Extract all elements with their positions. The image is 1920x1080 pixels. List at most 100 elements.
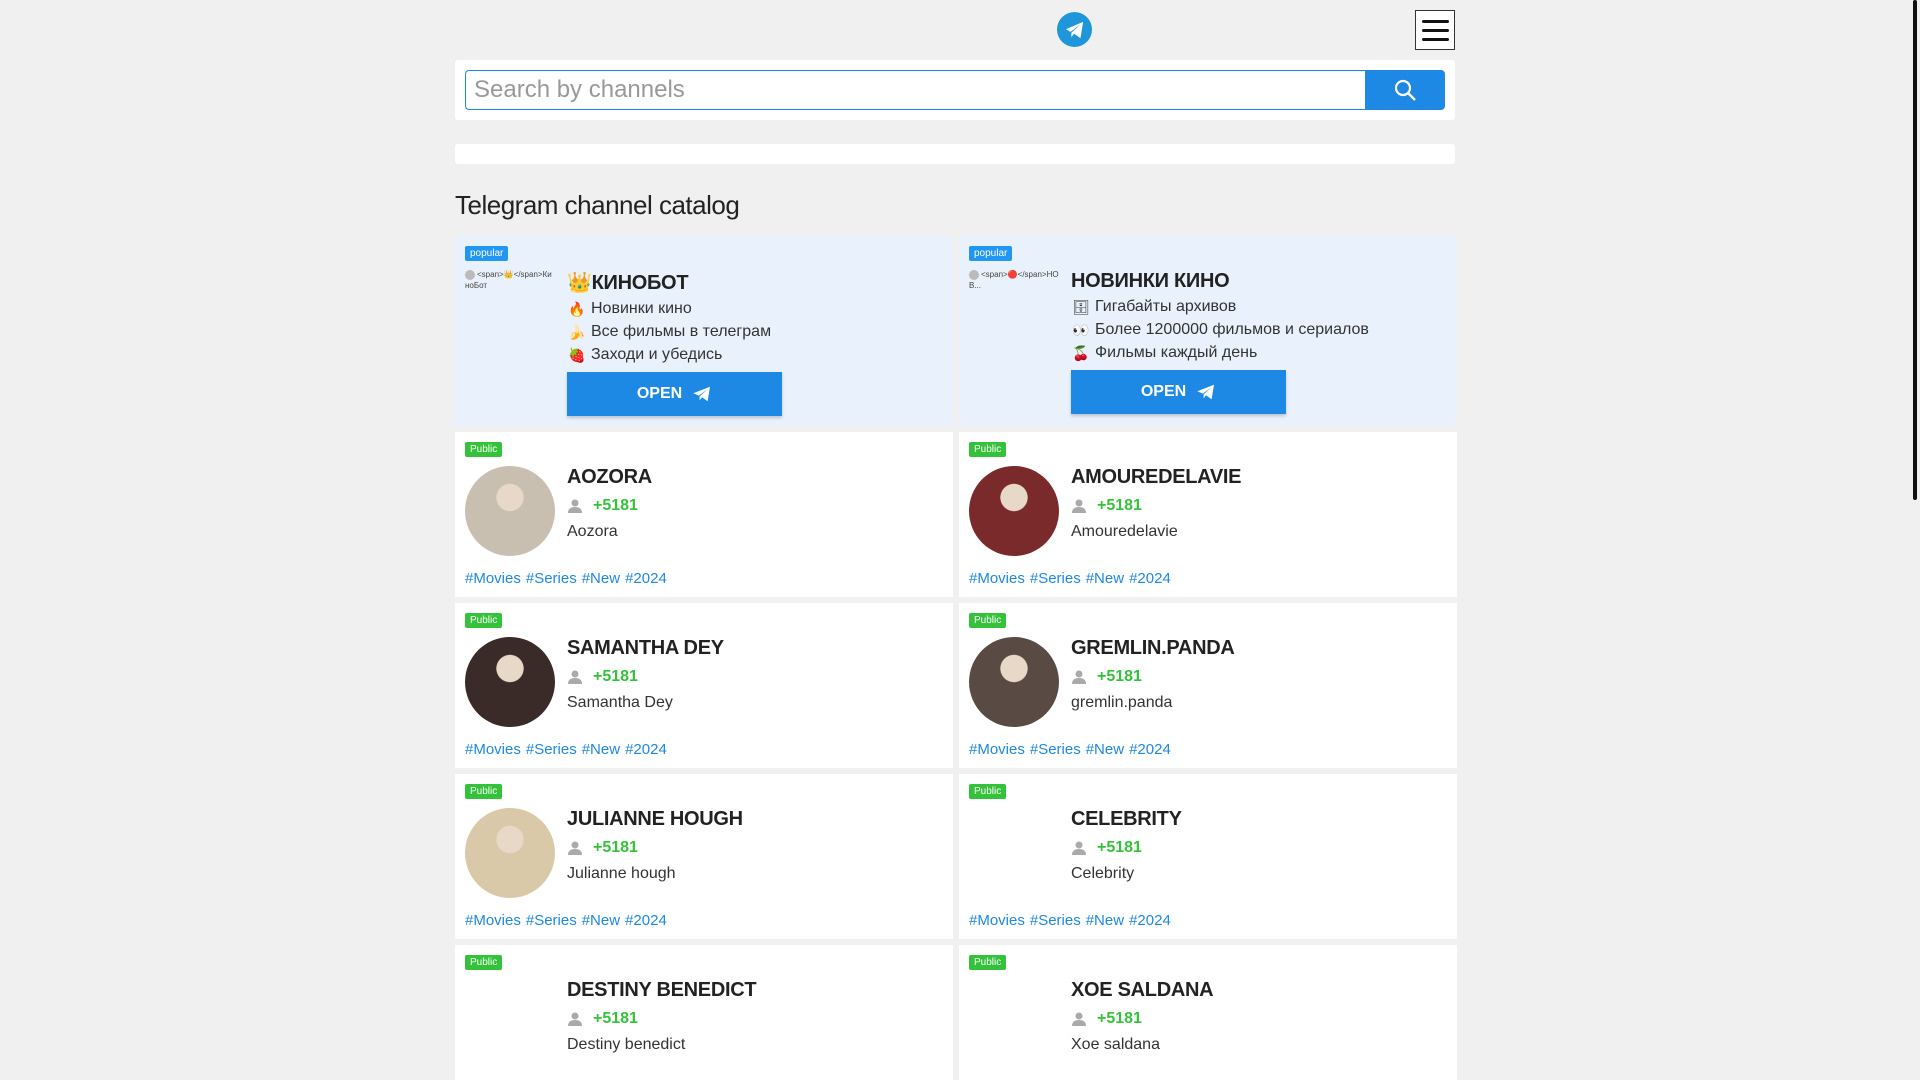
tag-link[interactable]: #New <box>1086 741 1124 758</box>
channel-title[interactable]: SAMANTHA DEY <box>567 637 943 660</box>
channel-description: Aozora <box>567 523 618 540</box>
tag-link[interactable]: #New <box>582 741 620 758</box>
channel-title[interactable]: GREMLIN.PANDA <box>1071 637 1447 660</box>
avatar[interactable] <box>969 808 1059 898</box>
channel-description: Destiny benedict <box>567 1036 686 1053</box>
promo-card[interactable]: popular <span>👑</span>КиноБот 👑КИНОБОТ 🔥… <box>455 236 953 426</box>
tag-link[interactable]: #Movies <box>969 912 1025 929</box>
tag-link[interactable]: #Series <box>526 570 577 587</box>
tag-link[interactable]: #New <box>1086 912 1124 929</box>
tag-list: #Movies #Series #New #2024 <box>465 912 667 929</box>
public-badge: Public <box>969 784 1007 799</box>
channel-info: CELEBRITY +5181 Celebrity <box>1071 808 1447 883</box>
channel-card[interactable]: Public AOZORA +5181 Aozora #Movies #Serie… <box>455 432 953 597</box>
public-badge: Public <box>465 613 503 628</box>
channel-image: <span>👑</span>КиноБот <box>465 270 555 291</box>
channel-info: GREMLIN.PANDA +5181 gremlin.panda <box>1071 637 1447 712</box>
tag-link[interactable]: #Movies <box>969 570 1025 587</box>
subscriber-count: +5181 <box>567 497 943 515</box>
user-icon <box>568 1012 582 1026</box>
emoji-icon: 🗄 <box>1072 298 1090 315</box>
channel-info: AMOUREDELAVIE +5181 Amouredelavie <box>1071 466 1447 541</box>
public-badge: Public <box>969 442 1007 457</box>
tag-link[interactable]: #Movies <box>465 570 521 587</box>
menu-hamburger-icon[interactable] <box>1415 10 1455 50</box>
tag-link[interactable]: #New <box>1086 570 1124 587</box>
user-icon <box>1072 841 1086 855</box>
image-alt-text: <span>🔴</span>НОВ... <box>969 270 1059 290</box>
image-alt-text: <span>👑</span>КиноБот <box>465 270 552 290</box>
tag-link[interactable]: #2024 <box>625 741 667 758</box>
tag-link[interactable]: #New <box>582 570 620 587</box>
tag-link[interactable]: #Series <box>526 912 577 929</box>
tag-link[interactable]: #2024 <box>1129 741 1171 758</box>
channel-title[interactable]: 👑КИНОБОТ <box>567 270 943 295</box>
promo-line-text: Новинки кино <box>591 300 692 317</box>
channel-card[interactable]: Public SAMANTHA DEY +5181 Samantha Dey #… <box>455 603 953 768</box>
open-button[interactable]: OPEN <box>1071 370 1286 414</box>
avatar[interactable] <box>465 979 555 1069</box>
subscriber-count: +5181 <box>1071 1010 1447 1028</box>
avatar[interactable] <box>465 808 555 898</box>
search-input[interactable] <box>465 70 1365 110</box>
promo-line-text: Все фильмы в телеграм <box>591 323 772 340</box>
channel-card[interactable]: Public GREMLIN.PANDA +5181 gremlin.panda… <box>959 603 1457 768</box>
emoji-icon: 🍓 <box>568 346 586 363</box>
channel-title[interactable]: CELEBRITY <box>1071 808 1447 831</box>
tag-link[interactable]: #Movies <box>969 741 1025 758</box>
avatar[interactable] <box>465 466 555 556</box>
subscriber-count-value: +5181 <box>1097 839 1142 856</box>
open-button-label: OPEN <box>1140 383 1187 400</box>
tag-link[interactable]: #2024 <box>1129 912 1171 929</box>
channel-description: Amouredelavie <box>1071 523 1178 540</box>
tag-link[interactable]: #2024 <box>1129 570 1171 587</box>
tag-link[interactable]: #Series <box>1030 570 1081 587</box>
promo-card[interactable]: popular <span>🔴</span>НОВ... НОВИНКИ КИН… <box>959 236 1457 426</box>
top-bar <box>455 0 1455 58</box>
telegram-logo-icon[interactable] <box>1057 12 1092 47</box>
avatar[interactable] <box>969 637 1059 727</box>
page-container: Telegram channel catalog popular <span>👑… <box>455 0 1457 1080</box>
page-title: Telegram channel catalog <box>455 190 740 220</box>
channel-title[interactable]: AMOUREDELAVIE <box>1071 466 1447 489</box>
tag-link[interactable]: #2024 <box>625 570 667 587</box>
scrollbar[interactable] <box>1910 0 1920 1080</box>
channel-card[interactable]: Public CELEBRITY +5181 Celebrity #Movies… <box>959 774 1457 939</box>
channel-description: Samantha Dey <box>567 694 673 711</box>
channel-grid: popular <span>👑</span>КиноБот 👑КИНОБОТ 🔥… <box>455 236 1457 1080</box>
avatar[interactable] <box>465 637 555 727</box>
promo-line: 🍌 Все фильмы в телеграм <box>567 323 943 341</box>
channel-title[interactable]: DESTINY BENEDICT <box>567 979 943 1002</box>
tag-link[interactable]: #New <box>582 912 620 929</box>
tag-link[interactable]: #Series <box>526 741 577 758</box>
tag-list: #Movies #Series #New #2024 <box>465 570 667 587</box>
user-icon <box>1072 499 1086 513</box>
subscriber-count-value: +5181 <box>593 497 638 514</box>
tag-link[interactable]: #2024 <box>625 912 667 929</box>
tag-link[interactable]: #Series <box>1030 912 1081 929</box>
channel-card[interactable]: Public JULIANNE HOUGH +5181 Julianne hou… <box>455 774 953 939</box>
promo-line: 🍓 Заходи и убедись <box>567 346 943 364</box>
channel-info: SAMANTHA DEY +5181 Samantha Dey <box>567 637 943 712</box>
promo-line: 👀 Более 1200000 фильмов и сериалов <box>1071 321 1447 339</box>
subscriber-count: +5181 <box>567 839 943 857</box>
channel-card[interactable]: Public AMOUREDELAVIE +5181 Amouredelavie… <box>959 432 1457 597</box>
user-icon <box>568 841 582 855</box>
tag-link[interactable]: #Movies <box>465 912 521 929</box>
channel-card[interactable]: Public XOE SALDANA +5181 Xoe saldana #Mo… <box>959 945 1457 1080</box>
subscriber-count-value: +5181 <box>593 1010 638 1027</box>
channel-title[interactable]: JULIANNE HOUGH <box>567 808 943 831</box>
avatar[interactable] <box>969 979 1059 1069</box>
subscriber-count: +5181 <box>1071 668 1447 686</box>
channel-title[interactable]: AOZORA <box>567 466 943 489</box>
tag-list: #Movies #Series #New #2024 <box>465 741 667 758</box>
tag-link[interactable]: #Series <box>1030 741 1081 758</box>
scrollbar-thumb[interactable] <box>1913 0 1917 500</box>
channel-title[interactable]: XOE SALDANA <box>1071 979 1447 1002</box>
open-button[interactable]: OPEN <box>567 372 782 416</box>
avatar[interactable] <box>969 466 1059 556</box>
channel-title[interactable]: НОВИНКИ КИНО <box>1071 270 1447 293</box>
tag-link[interactable]: #Movies <box>465 741 521 758</box>
channel-card[interactable]: Public DESTINY BENEDICT +5181 Destiny be… <box>455 945 953 1080</box>
search-button[interactable] <box>1365 70 1445 110</box>
